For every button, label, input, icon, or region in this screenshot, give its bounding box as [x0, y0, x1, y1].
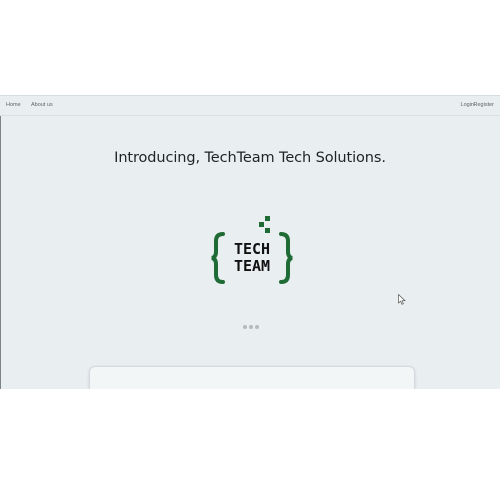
carousel-dot[interactable] [249, 325, 253, 329]
techteam-logo-icon: TECH TEAM [211, 216, 293, 284]
nav-about-link[interactable]: About us [31, 102, 53, 108]
nav-login-link[interactable]: Login [461, 102, 474, 108]
page-viewport: Home About us Login Register Introducing… [0, 95, 500, 389]
carousel-dot[interactable] [243, 325, 247, 329]
logo-text-line2: TEAM [234, 257, 270, 275]
nav-home-link[interactable]: Home [6, 102, 21, 108]
mouse-pointer-icon [398, 294, 406, 305]
carousel-dots[interactable] [243, 325, 259, 330]
content-card [89, 366, 415, 389]
carousel-dot[interactable] [255, 325, 259, 329]
nav-register-link[interactable]: Register [474, 102, 494, 108]
top-navbar: Home About us Login Register [0, 96, 500, 116]
logo-text-line1: TECH [234, 240, 270, 258]
window-edge [0, 96, 1, 389]
hero-headline: Introducing, TechTeam Tech Solutions. [114, 150, 386, 166]
techteam-logo: TECH TEAM [210, 216, 294, 286]
